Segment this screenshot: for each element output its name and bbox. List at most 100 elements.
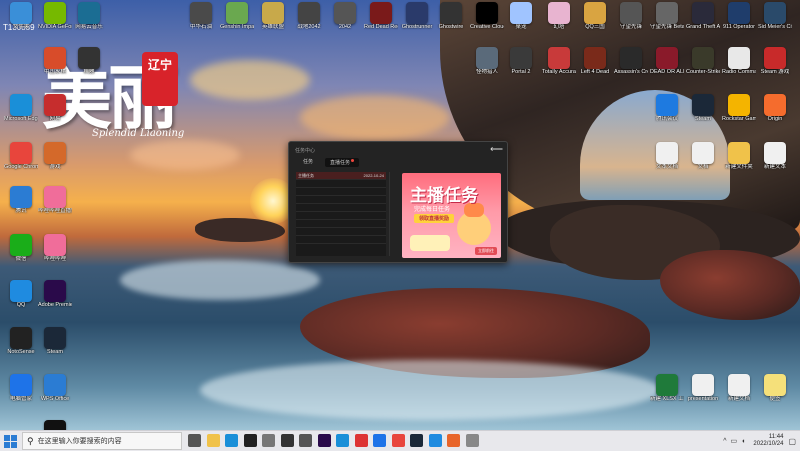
- desktop-icon[interactable]: Sid Meier's Civilization: [758, 2, 792, 31]
- desktop-icon[interactable]: Genshin Impact: [220, 2, 254, 31]
- wallpaper-cloud: [130, 140, 240, 170]
- edge-taskbar-icon-2[interactable]: [336, 434, 349, 447]
- obs-icon[interactable]: [243, 434, 257, 447]
- edge-taskbar-icon[interactable]: [225, 434, 238, 447]
- desktop-icon[interactable]: 文档: [686, 142, 720, 171]
- music-icon: [78, 2, 100, 24]
- file-explorer-icon[interactable]: [206, 434, 220, 447]
- desktop-icon[interactable]: 2042: [328, 2, 362, 31]
- network-icon[interactable]: ▭: [731, 437, 738, 445]
- doc-icon: [764, 142, 786, 164]
- desktop-icon[interactable]: presentation: [686, 374, 720, 403]
- desktop-icon[interactable]: QQ三国: [578, 2, 612, 31]
- desktop-icon[interactable]: NotoSense: [4, 327, 38, 356]
- desktop-icon[interactable]: NVIDIA GeForce: [38, 2, 72, 31]
- notification-icon[interactable]: ▢: [788, 437, 796, 446]
- photo-icon[interactable]: [447, 434, 460, 447]
- tab-live-task[interactable]: 直播任务: [325, 158, 360, 167]
- desktop-icon[interactable]: 便签: [758, 374, 792, 403]
- desktop-icon[interactable]: Totally Accurate: [542, 47, 576, 76]
- task-view-icon[interactable]: [188, 434, 201, 447]
- desktop-icon[interactable]: 911 Operator: [722, 2, 756, 31]
- desktop-icon[interactable]: 哔哩哔哩: [38, 234, 72, 263]
- desktop-icon[interactable]: 游戏: [38, 142, 72, 171]
- desktop-icon[interactable]: Counter-Strike: [686, 47, 720, 76]
- desktop-icon[interactable]: 新建文件夹: [722, 142, 756, 171]
- desktop-icon[interactable]: Rockstar Games: [722, 94, 756, 123]
- task-center-dialog[interactable]: 任务中心 ⟵ 任务 直播任务 主播任务 2022-10-24 主播任务 完成每日…: [288, 141, 508, 263]
- desktop-icon[interactable]: 腾讯: [4, 186, 38, 215]
- desktop-icon[interactable]: DEAD OR ALIVE: [650, 47, 684, 76]
- settings-icon[interactable]: [262, 434, 275, 447]
- desktop-icon[interactable]: 新建文本: [758, 142, 792, 171]
- task-row-empty: [296, 204, 386, 212]
- desktop-icon[interactable]: Steam: [686, 94, 720, 123]
- desktop-icon[interactable]: 网易: [38, 94, 72, 123]
- desktop-icon[interactable]: Origin: [758, 94, 792, 123]
- volume-icon[interactable]: ◖: [741, 438, 745, 445]
- desktop-icon[interactable]: 文本文档: [650, 142, 684, 171]
- tower-icon: [548, 2, 570, 24]
- desktop-icon[interactable]: 电脑管家: [4, 374, 38, 403]
- chrome-taskbar-icon[interactable]: [391, 434, 405, 447]
- desktop-icon[interactable]: Steam 游戏: [758, 47, 792, 76]
- desktop-icon-label: Totally Accurate: [542, 69, 576, 75]
- desktop-icon[interactable]: 腾讯会议: [650, 94, 684, 123]
- desktop-icon-label: Adobe Premiere Pro: [38, 302, 72, 308]
- premiere-taskbar-icon[interactable]: [317, 434, 331, 447]
- notion-icon[interactable]: [280, 434, 294, 447]
- wallpaper-red-rock: [660, 250, 800, 320]
- tab-task[interactable]: 任务: [303, 158, 313, 165]
- desktop-icon[interactable]: 哔哩哔哩直播姬: [38, 186, 72, 215]
- l4d-icon: [584, 47, 606, 69]
- tray-chevron-icon[interactable]: ^: [723, 438, 726, 445]
- desktop-icon[interactable]: Portal 2: [504, 47, 538, 76]
- desktop-icon[interactable]: QQ: [4, 280, 38, 309]
- desktop-icon-label: 哔哩哔哩: [43, 256, 66, 262]
- desktop-icon[interactable]: Steam: [38, 327, 72, 356]
- desktop-icon[interactable]: 怪物猎人: [470, 47, 504, 76]
- desktop-icon[interactable]: 新建文档: [722, 374, 756, 403]
- desktop-icon[interactable]: 新建 XLSX 工作表: [650, 374, 684, 403]
- desktop-icon[interactable]: Radio Commander: [722, 47, 756, 76]
- promo-banner[interactable]: 主播任务 完成每日任务 领取直播奖励 立即前往: [402, 173, 501, 258]
- desktop-icon[interactable]: 机器: [72, 47, 106, 76]
- desktop-icon[interactable]: Assassin's Creed: [614, 47, 648, 76]
- start-button[interactable]: [4, 434, 18, 448]
- desktop-icon[interactable]: 幻塔: [542, 2, 576, 31]
- desktop-icon[interactable]: Creative Cloud: [470, 2, 504, 31]
- desktop-icon[interactable]: Google Chrome: [4, 142, 38, 171]
- search-box[interactable]: ⚲ 在这里输入你要搜索的内容: [22, 432, 182, 450]
- desktop-icon[interactable]: 守望先锋 Beta: [650, 2, 684, 31]
- dialog-close-icon[interactable]: ⟵: [490, 144, 503, 155]
- desktop-icon[interactable]: Ghostwire: [434, 2, 468, 31]
- banner-go-button[interactable]: 立即前往: [475, 247, 497, 255]
- desktop-icon[interactable]: Grand Theft Auto IV: [686, 2, 720, 31]
- desktop-icon[interactable]: 英雄联盟: [256, 2, 290, 31]
- mail-icon[interactable]: [373, 434, 386, 447]
- desktop-icon[interactable]: Adobe Premiere Pro: [38, 280, 72, 309]
- game-taskbar-icon[interactable]: [465, 434, 479, 447]
- desktop-icon[interactable]: 微信: [4, 234, 38, 263]
- app-icon[interactable]: [299, 434, 312, 447]
- qq-taskbar-icon[interactable]: [428, 434, 442, 447]
- desktop-icon-label: Grand Theft Auto IV: [686, 24, 720, 30]
- desktop-icon[interactable]: 网易云音乐: [72, 2, 106, 31]
- desktop-icon[interactable]: 中华石油: [184, 2, 218, 31]
- desktop-icon[interactable]: Microsoft Edge: [4, 94, 38, 123]
- desktop-icon[interactable]: Red Dead Redemption 2: [364, 2, 398, 31]
- banner-claim-button[interactable]: 领取直播奖励: [414, 214, 455, 223]
- clock[interactable]: 11:44 2022/10/24: [753, 434, 783, 448]
- desktop-icon[interactable]: WPS Office: [38, 374, 72, 403]
- desktop-icon[interactable]: 文件夹: [4, 2, 38, 31]
- desktop-icon[interactable]: 战地2042: [292, 2, 326, 31]
- desktop-icon[interactable]: Logitech G HUB: [38, 420, 72, 430]
- desktop-icon[interactable]: Ghostrunner: [400, 2, 434, 31]
- desktop-icon[interactable]: Left 4 Dead: [578, 47, 612, 76]
- desktop-icon[interactable]: 桌宠: [504, 2, 538, 31]
- steam-taskbar-icon[interactable]: [410, 434, 423, 447]
- desktop-icon[interactable]: 守望先锋: [614, 2, 648, 31]
- netease-taskbar-icon[interactable]: [354, 434, 368, 447]
- desktop-icon[interactable]: 中国象棋: [38, 47, 72, 76]
- task-row[interactable]: 主播任务 2022-10-24: [296, 172, 386, 180]
